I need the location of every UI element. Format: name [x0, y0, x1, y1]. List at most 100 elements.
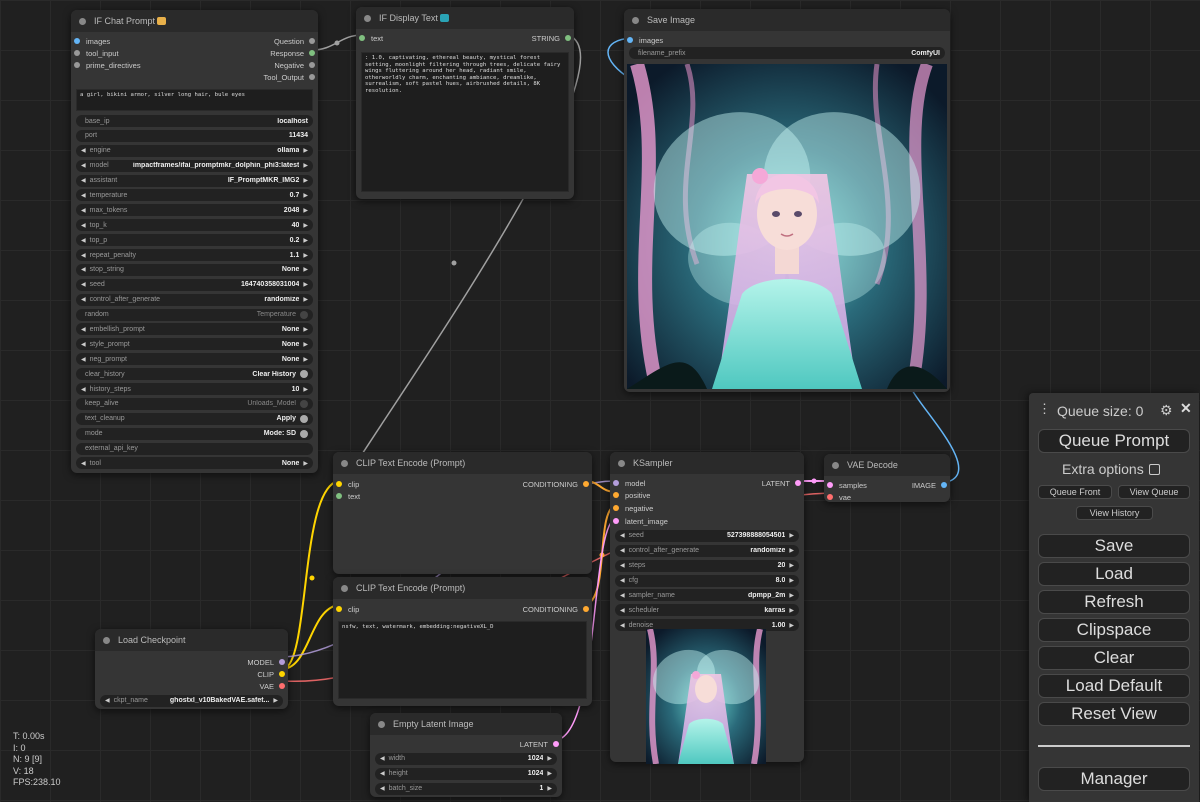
output-slot-latent[interactable]: [553, 741, 559, 747]
widget-text-cleanup[interactable]: text_cleanup Apply: [76, 412, 313, 425]
widget-keep-alive[interactable]: keep_alive Unloads_Model: [76, 397, 313, 410]
toggle-off[interactable]: [300, 310, 308, 319]
widget-sampler-name[interactable]: ◀ sampler_name dpmpp_2m ▶: [615, 589, 799, 602]
widget-random[interactable]: random Temperature: [76, 308, 313, 321]
input-slot-text[interactable]: [359, 35, 365, 41]
reset-view-button[interactable]: Reset View: [1038, 702, 1190, 726]
input-slot-prime-directives[interactable]: [74, 62, 80, 68]
display-textarea[interactable]: : 1.0, captivating, ethereal beauty, mys…: [361, 52, 569, 192]
node-if-chat-prompt[interactable]: IF Chat Prompt images tool_input prime_d…: [71, 10, 318, 473]
clear-button[interactable]: Clear: [1038, 646, 1190, 670]
node-title-bar[interactable]: Load Checkpoint: [95, 629, 288, 651]
right-arrow-icon[interactable]: ▶: [303, 177, 308, 184]
left-arrow-icon[interactable]: ◀: [81, 356, 86, 363]
input-slot-negative[interactable]: [613, 505, 619, 511]
right-arrow-icon[interactable]: ▶: [789, 577, 794, 584]
left-arrow-icon[interactable]: ◀: [81, 296, 86, 303]
left-arrow-icon[interactable]: ◀: [81, 147, 86, 154]
toggle-on[interactable]: [300, 370, 308, 379]
right-arrow-icon[interactable]: ▶: [303, 192, 308, 199]
refresh-button[interactable]: Refresh: [1038, 590, 1190, 614]
right-arrow-icon[interactable]: ▶: [303, 326, 308, 333]
toggle-on[interactable]: [300, 414, 308, 423]
node-load-checkpoint[interactable]: Load Checkpoint MODEL CLIP VAE ◀ ckpt_nam…: [95, 629, 288, 709]
input-slot-samples[interactable]: [827, 482, 833, 488]
left-arrow-icon[interactable]: ◀: [620, 562, 625, 569]
widget-batch-size[interactable]: ◀ batch_size 1 ▶: [375, 782, 557, 795]
left-arrow-icon[interactable]: ◀: [620, 577, 625, 584]
output-slot-clip[interactable]: [279, 671, 285, 677]
widget-width[interactable]: ◀ width 1024 ▶: [375, 752, 557, 765]
widget-model[interactable]: ◀ model impactframes/ifai_promptmkr_dolphi…: [76, 159, 313, 172]
node-title-bar[interactable]: CLIP Text Encode (Prompt): [333, 452, 592, 474]
widget-tool[interactable]: ◀ tool None ▶: [76, 457, 313, 470]
right-arrow-icon[interactable]: ▶: [303, 222, 308, 229]
collapse-dot[interactable]: [378, 720, 385, 728]
left-arrow-icon[interactable]: ◀: [81, 252, 86, 259]
widget-style-prompt[interactable]: ◀ style_prompt None ▶: [76, 338, 313, 351]
widget-steps[interactable]: ◀ steps 20 ▶: [615, 559, 799, 572]
right-arrow-icon[interactable]: ▶: [303, 252, 308, 259]
input-slot-images[interactable]: [74, 38, 80, 44]
drag-handle-icon[interactable]: ⋮: [1038, 401, 1051, 417]
input-slot-clip[interactable]: [336, 481, 342, 487]
left-arrow-icon[interactable]: ◀: [81, 386, 86, 393]
left-arrow-icon[interactable]: ◀: [81, 192, 86, 199]
widget-port[interactable]: port 11434: [76, 129, 313, 142]
output-slot-conditioning[interactable]: [583, 606, 589, 612]
right-arrow-icon[interactable]: ▶: [303, 356, 308, 363]
widget-seed[interactable]: ◀ seed 164740358031004 ▶: [76, 278, 313, 291]
output-slot-vae[interactable]: [279, 683, 285, 689]
widget-repeat-penalty[interactable]: ◀ repeat_penalty 1.1 ▶: [76, 249, 313, 262]
input-slot-vae[interactable]: [827, 494, 833, 500]
widget-base-ip[interactable]: base_ip localhost: [76, 115, 313, 127]
left-arrow-icon[interactable]: ◀: [380, 785, 385, 792]
right-arrow-icon[interactable]: ▶: [273, 697, 278, 704]
load-button[interactable]: Load: [1038, 562, 1190, 586]
clipspace-button[interactable]: Clipspace: [1038, 618, 1190, 642]
toggle-on[interactable]: [300, 429, 308, 438]
left-arrow-icon[interactable]: ◀: [81, 222, 86, 229]
output-slot-model[interactable]: [279, 659, 285, 665]
node-title-bar[interactable]: KSampler: [610, 452, 804, 474]
right-arrow-icon[interactable]: ▶: [303, 341, 308, 348]
right-arrow-icon[interactable]: ▶: [303, 386, 308, 393]
left-arrow-icon[interactable]: ◀: [620, 592, 625, 599]
right-arrow-icon[interactable]: ▶: [789, 547, 794, 554]
widget-max-tokens[interactable]: ◀ max_tokens 2048 ▶: [76, 204, 313, 217]
output-slot-image[interactable]: [941, 482, 947, 488]
node-if-display-text[interactable]: IF Display Text text STRING : 1.0, capti…: [356, 7, 574, 199]
collapse-dot[interactable]: [341, 584, 348, 592]
widget-external-api-key[interactable]: external_api_key: [76, 442, 313, 455]
view-queue-button[interactable]: View Queue: [1118, 485, 1190, 499]
collapse-dot[interactable]: [79, 17, 86, 25]
widget-engine[interactable]: ◀ engine ollama ▶: [76, 144, 313, 157]
input-slot-clip[interactable]: [336, 606, 342, 612]
extra-options[interactable]: Extra options: [1062, 461, 1160, 477]
right-arrow-icon[interactable]: ▶: [789, 607, 794, 614]
widget-stop-string[interactable]: ◀ stop_string None ▶: [76, 263, 313, 276]
widget-ckpt-name[interactable]: ◀ ckpt_name ghostxl_v10BakedVAE.safet... ▶: [100, 694, 283, 707]
node-clip-text-encode-negative[interactable]: CLIP Text Encode (Prompt) clip CONDITION…: [333, 577, 592, 706]
collapse-dot[interactable]: [832, 461, 839, 469]
widget-embellish-prompt[interactable]: ◀ embellish_prompt None ▶: [76, 323, 313, 336]
right-arrow-icon[interactable]: ▶: [303, 296, 308, 303]
left-arrow-icon[interactable]: ◀: [105, 697, 110, 704]
left-arrow-icon[interactable]: ◀: [81, 162, 86, 169]
prompt-textarea[interactable]: a girl, bikini armor, silver long hair, …: [76, 89, 313, 111]
widget-filename-prefix[interactable]: filename_prefix ComfyUI: [629, 47, 945, 59]
left-arrow-icon[interactable]: ◀: [81, 266, 86, 273]
output-slot-negative[interactable]: [309, 62, 315, 68]
right-arrow-icon[interactable]: ▶: [303, 281, 308, 288]
right-arrow-icon[interactable]: ▶: [303, 207, 308, 214]
negative-prompt-textarea[interactable]: nsfw, text, watermark, embedding:negativ…: [338, 621, 587, 699]
collapse-dot[interactable]: [103, 636, 110, 644]
widget-seed[interactable]: ◀ seed 527398888054501 ▶: [615, 529, 799, 542]
left-arrow-icon[interactable]: ◀: [620, 607, 625, 614]
node-title-bar[interactable]: Save Image: [624, 9, 950, 31]
node-empty-latent-image[interactable]: Empty Latent Image LATENT ◀ width 1024 ▶ ◀ h…: [370, 713, 562, 797]
left-arrow-icon[interactable]: ◀: [81, 237, 86, 244]
right-arrow-icon[interactable]: ▶: [303, 147, 308, 154]
left-arrow-icon[interactable]: ◀: [81, 207, 86, 214]
input-slot-positive[interactable]: [613, 492, 619, 498]
